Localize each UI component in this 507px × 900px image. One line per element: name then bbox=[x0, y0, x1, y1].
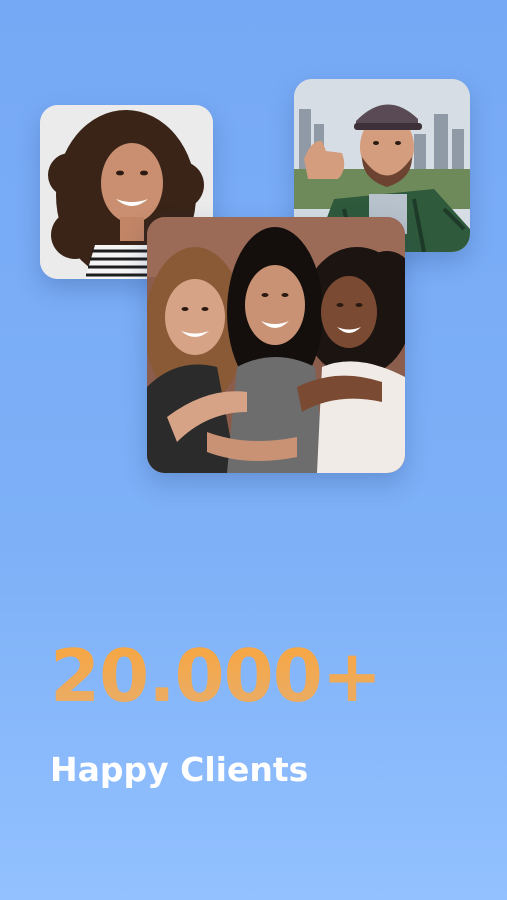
clients-label: Happy Clients bbox=[50, 750, 309, 789]
client-photo-group bbox=[147, 217, 405, 473]
clients-count: 20.000+ bbox=[50, 634, 382, 718]
client-photo-group-image bbox=[147, 217, 405, 473]
onboarding-screen: 20.000+ Happy Clients bbox=[0, 0, 507, 900]
